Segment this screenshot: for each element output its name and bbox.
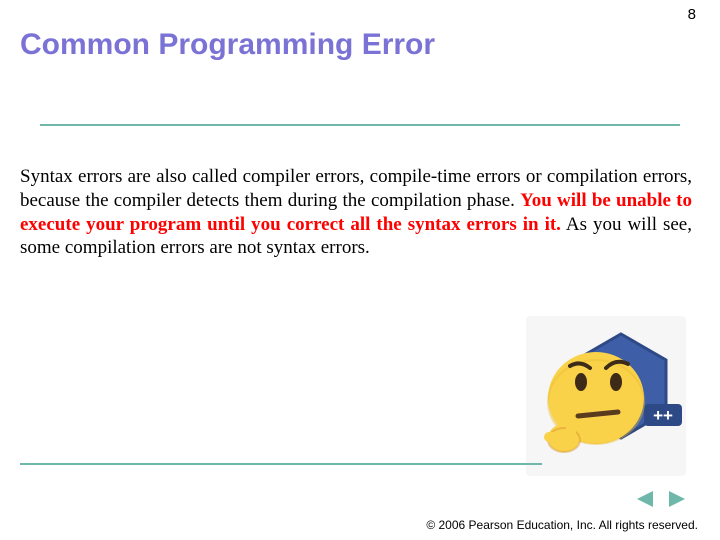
triangle-right-icon <box>667 489 689 509</box>
page-title: Common Programming Error <box>0 0 720 62</box>
hand-finger <box>566 416 576 438</box>
plus-badge-text: ++ <box>653 406 673 425</box>
nav-controls <box>632 488 690 510</box>
page-number: 8 <box>688 6 696 23</box>
body-paragraph: Syntax errors are also called compiler e… <box>20 165 692 260</box>
divider-bottom <box>20 463 542 465</box>
hand-thumb <box>544 432 566 442</box>
copyright: © 2006 Pearson Education, Inc. All right… <box>426 518 698 532</box>
divider-top <box>40 124 680 126</box>
prev-button[interactable] <box>632 488 656 510</box>
next-button[interactable] <box>666 488 690 510</box>
cpp-clipart: ++ <box>526 316 686 476</box>
cpp-thinking-icon: ++ <box>526 316 686 476</box>
right-eye <box>610 373 622 391</box>
left-eye <box>575 373 587 391</box>
triangle-left-icon <box>633 489 655 509</box>
